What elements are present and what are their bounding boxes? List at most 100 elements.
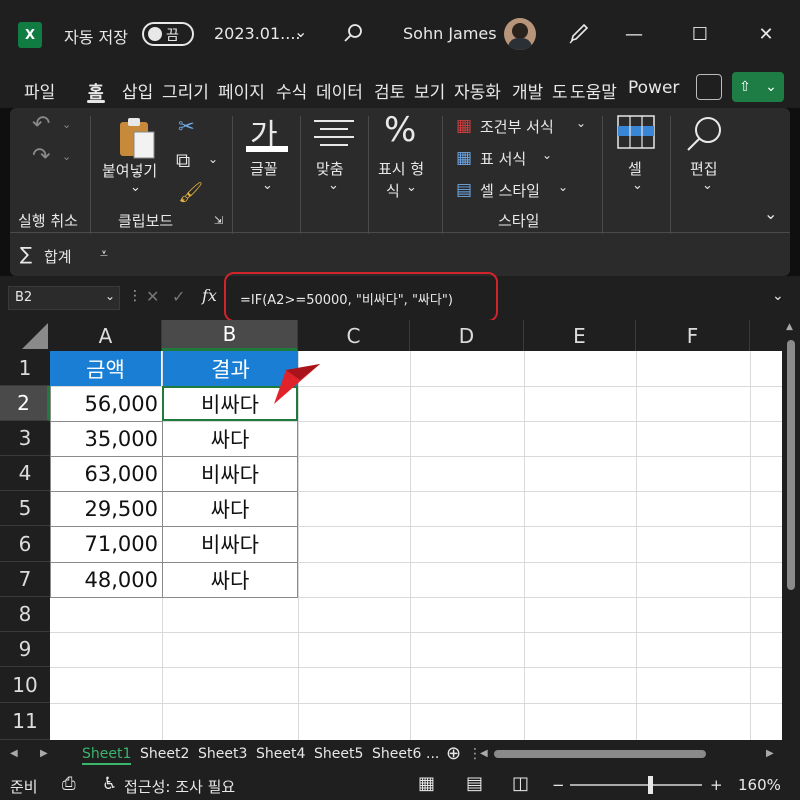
conditional-format-label[interactable]: 조건부 서식 <box>480 116 554 137</box>
paste-label[interactable]: 붙여넣기 <box>102 160 157 181</box>
column-header-e[interactable]: E <box>524 320 636 351</box>
amount-cell[interactable]: 63,000 <box>50 456 158 491</box>
chevron-down-icon[interactable]: ⌄ <box>576 116 586 130</box>
copy-icon[interactable]: ⧉ <box>176 148 190 172</box>
result-cell[interactable]: 싸다 <box>162 421 298 456</box>
chevron-down-icon[interactable]: ⌄ <box>62 150 71 163</box>
result-cell[interactable]: 싸다 <box>162 562 298 597</box>
tab-data[interactable]: 데이터 <box>316 78 363 103</box>
page-break-view-icon[interactable]: ◫ <box>512 773 529 794</box>
normal-view-icon[interactable]: ▦ <box>418 773 435 794</box>
chevron-down-icon[interactable]: ⌄ <box>542 148 552 162</box>
tab-automate[interactable]: 자동화 <box>454 78 501 103</box>
conditional-format-icon[interactable]: ▦ <box>456 116 472 136</box>
chevron-down-icon[interactable]: ⌄ <box>62 118 71 131</box>
autosum-label[interactable]: 합계 <box>44 246 72 267</box>
column-header-c[interactable]: C <box>298 320 410 351</box>
header-cell-amount[interactable]: 금액 <box>50 351 162 386</box>
sheet-tab-1[interactable]: Sheet1 <box>82 746 132 765</box>
chevron-down-icon[interactable]: ⌄ <box>406 180 417 195</box>
chevron-down-icon[interactable]: ⌄ <box>262 178 273 193</box>
chevron-down-icon[interactable]: ⌄ <box>130 180 141 195</box>
enter-icon[interactable]: ✓ <box>172 287 185 306</box>
pen-icon[interactable] <box>566 22 590 46</box>
zoom-level[interactable]: 160% <box>738 776 781 794</box>
tab-review[interactable]: 검토 <box>374 78 405 103</box>
close-button[interactable]: ✕ <box>752 20 780 48</box>
row-header-5[interactable]: 5 <box>0 491 50 526</box>
scroll-up-icon[interactable]: ▲ <box>786 322 793 332</box>
tab-insert[interactable]: 삽입 <box>122 78 153 103</box>
page-layout-view-icon[interactable]: ▤ <box>466 773 483 794</box>
row-header-8[interactable]: 8 <box>0 597 50 632</box>
row-header-2[interactable]: 2 <box>0 386 50 421</box>
tab-view[interactable]: 보기 <box>414 78 445 103</box>
comment-icon[interactable] <box>696 74 722 100</box>
column-header-a[interactable]: A <box>50 320 162 351</box>
sheet-tab-6[interactable]: Sheet6 <box>372 746 421 762</box>
zoom-in-button[interactable]: + <box>710 776 723 794</box>
font-label[interactable]: 글꼴 <box>250 158 278 179</box>
result-cell[interactable]: 비싸다 <box>162 456 298 491</box>
row-header-6[interactable]: 6 <box>0 526 50 562</box>
row-header-4[interactable]: 4 <box>0 456 50 491</box>
cancel-icon[interactable]: ✕ <box>146 287 159 306</box>
vertical-scrollbar[interactable]: ▲ <box>782 320 800 740</box>
row-header-11[interactable]: 11 <box>0 703 50 740</box>
table-format-label[interactable]: 표 서식 <box>480 148 526 169</box>
tab-power[interactable]: Power <box>628 78 679 98</box>
tab-formulas[interactable]: 수식 <box>276 78 307 103</box>
minimize-button[interactable]: — <box>620 20 648 48</box>
sheet-tab-3[interactable]: Sheet3 <box>198 746 247 762</box>
customize-toolbar-icon[interactable]: ⩡ <box>100 246 108 262</box>
dialog-launcher-icon[interactable]: ⇲ <box>214 214 223 227</box>
hscroll-right-icon[interactable]: ▶ <box>766 748 774 759</box>
search-icon[interactable] <box>684 114 726 154</box>
chevron-down-icon[interactable]: ⌄ <box>632 178 643 193</box>
column-header-b[interactable]: B <box>162 320 298 351</box>
cells-label[interactable]: 셀 <box>628 158 642 179</box>
select-all-button[interactable] <box>0 320 50 351</box>
amount-cell[interactable]: 29,500 <box>50 491 158 526</box>
add-sheet-icon[interactable]: ⊕ <box>446 743 461 764</box>
scroll-right-icon[interactable]: ▶ <box>40 748 48 759</box>
name-box[interactable]: B2 ⌄ <box>8 286 120 310</box>
chevron-down-icon[interactable]: ⌄ <box>558 180 568 194</box>
amount-cell[interactable]: 71,000 <box>50 526 158 562</box>
zoom-slider-track[interactable] <box>570 784 702 786</box>
row-header-3[interactable]: 3 <box>0 421 50 456</box>
sheet-tab-2[interactable]: Sheet2 <box>140 746 189 762</box>
row-header-10[interactable]: 10 <box>0 667 50 703</box>
cell-style-icon[interactable]: ▤ <box>456 180 472 200</box>
row-header-9[interactable]: 9 <box>0 632 50 667</box>
amount-cell[interactable]: 56,000 <box>50 386 158 421</box>
zoom-out-button[interactable]: − <box>552 776 565 794</box>
scroll-left-icon[interactable]: ◀ <box>10 748 18 759</box>
cell-style-label[interactable]: 셀 스타일 <box>480 180 540 201</box>
accessibility-status[interactable]: 접근성: 조사 필요 <box>124 776 235 797</box>
paste-icon[interactable] <box>116 116 158 160</box>
autosave-toggle[interactable]: 끔 <box>142 22 194 46</box>
column-header-d[interactable]: D <box>410 320 524 351</box>
cells-icon[interactable] <box>616 114 656 150</box>
chevron-down-icon[interactable]: ⌄ <box>105 289 115 303</box>
format-painter-icon[interactable]: 🖌 <box>178 180 203 204</box>
scrollbar-thumb[interactable] <box>787 340 795 590</box>
chevron-down-icon[interactable]: ⌄ <box>294 22 307 41</box>
amount-cell[interactable]: 35,000 <box>50 421 158 456</box>
chevron-down-icon[interactable]: ⌄ <box>702 178 713 193</box>
chevron-down-icon[interactable]: ⌄ <box>328 178 339 193</box>
align-icon[interactable] <box>312 118 356 146</box>
camera-icon[interactable]: ⎙ <box>62 774 76 794</box>
maximize-button[interactable]: ☐ <box>686 20 714 48</box>
redo-icon[interactable]: ↷ <box>32 144 50 169</box>
row-header-7[interactable]: 7 <box>0 562 50 597</box>
zoom-slider-thumb[interactable] <box>648 776 653 794</box>
table-format-icon[interactable]: ▦ <box>456 148 472 168</box>
accessibility-icon[interactable]: ♿ <box>102 774 117 794</box>
collapse-ribbon-icon[interactable]: ⌄ <box>764 204 777 223</box>
more-options-icon[interactable]: ⋮ <box>128 288 142 304</box>
more-sheets-button[interactable]: ... <box>426 746 439 762</box>
undo-icon[interactable]: ↶ <box>32 112 50 137</box>
autosum-icon[interactable]: ∑ <box>20 244 32 265</box>
